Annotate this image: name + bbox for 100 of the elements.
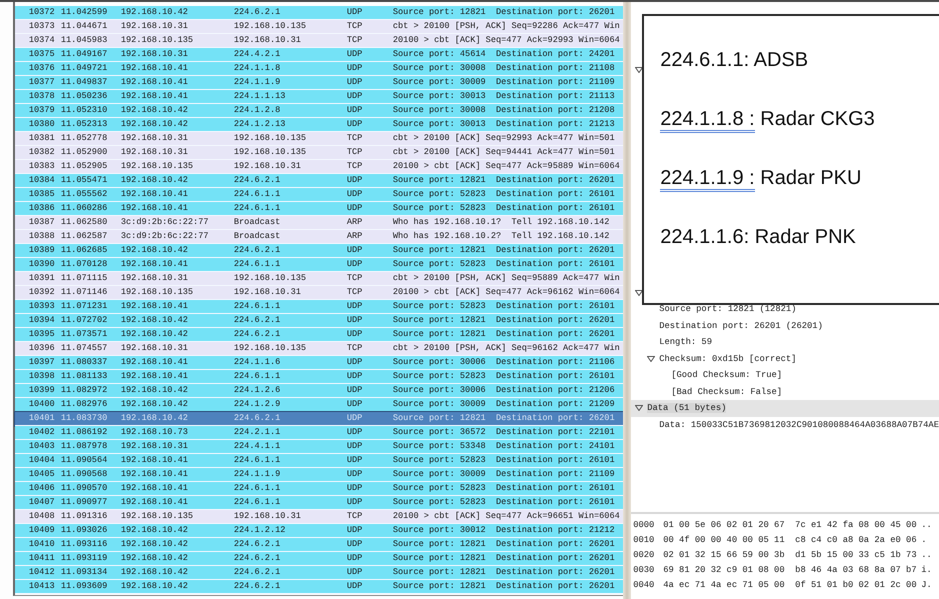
packet-info: Source port: 52823 Destination port: 26101 [392, 496, 616, 509]
tree-item[interactable]: Destination port: 26201 (26201) [659, 320, 823, 331]
packet-time: 11.093116 [60, 538, 108, 551]
packet-source: 192.168.10.41 [120, 454, 189, 467]
packet-row[interactable]: 10389 11.062685 192.168.10.42 224.6.2.1 UDP Source port: 12821 Destination port: 26201 [14, 244, 624, 258]
packet-source: 192.168.10.31 [120, 20, 189, 33]
packet-info: Who has 192.168.10.2? Tell 192.168.10.142 [392, 230, 610, 243]
packet-row[interactable]: 10376 11.049721 192.168.10.41 224.1.1.8 UDP Source port: 30008 Destination port: 21108 [14, 62, 624, 76]
packet-row[interactable]: 10399 11.082972 192.168.10.42 224.1.2.6 UDP Source port: 30006 Destination port: 21206 [14, 384, 624, 398]
packet-row[interactable]: 10372 11.042599 192.168.10.42 224.6.2.1 UDP Source port: 12821 Destination port: 26201 [14, 6, 624, 20]
packet-number: 10396 [28, 342, 56, 355]
packet-row[interactable]: 10394 11.072702 192.168.10.42 224.6.2.1 UDP Source port: 12821 Destination port: 26201 [14, 314, 624, 328]
packet-protocol: UDP [346, 76, 364, 89]
tree-item[interactable]: Length: 59 [659, 337, 712, 348]
packet-destination: 224.2.1.1 [234, 426, 282, 439]
packet-destination: 224.1.1.13 [234, 90, 286, 103]
packet-info: Source port: 30009 Destination port: 21209 [392, 398, 616, 411]
packet-time: 11.093134 [60, 566, 108, 579]
packet-row[interactable]: 10386 11.060286 192.168.10.41 224.6.1.1 UDP Source port: 52823 Destination port: 26101 [14, 202, 624, 216]
expander-icon[interactable] [635, 67, 644, 74]
packet-row[interactable]: 10397 11.080337 192.168.10.41 224.1.1.6 UDP Source port: 30006 Destination port: 21106 [14, 356, 624, 370]
packet-row[interactable]: 10391 11.071115 192.168.10.31 192.168.10.135 TCP cbt > 20100 [PSH, ACK] Seq=95889 Ack=477 Win [14, 272, 624, 286]
tree-item[interactable]: Data: 150033C51B7369812032C901080088464A03688A07B74AE [659, 420, 939, 430]
packet-row[interactable]: 10392 11.071146 192.168.10.135 192.168.10.31 TCP 20100 > cbt [ACK] Seq=477 Ack=96162 Win=6064 [14, 286, 624, 300]
packet-row[interactable]: 10385 11.055562 192.168.10.41 224.6.1.1 UDP Source port: 52823 Destination port: 26101 [14, 188, 624, 202]
packet-protocol: UDP [346, 538, 364, 551]
packet-info: Source port: 52823 Destination port: 26101 [392, 482, 616, 495]
packet-row[interactable]: 10387 11.062580 3c:d9:2b:6c:22:77 Broadcast ARP Who has 192.168.10.1? Tell 192.168.10.142 [14, 216, 624, 230]
packet-time: 11.062685 [60, 244, 108, 257]
packet-row[interactable]: 10374 11.045983 192.168.10.135 192.168.10.31 TCP 20100 > cbt [ACK] Seq=477 Ack=92993 Win=6064 [14, 34, 624, 48]
packet-info: 20100 > cbt [ACK] Seq=477 Ack=92993 Win=6064 [392, 34, 621, 47]
packet-row[interactable]: 10388 11.062587 3c:d9:2b:6c:22:77 Broadcast ARP Who has 192.168.10.2? Tell 192.168.10.142 [14, 230, 624, 244]
packet-info: Source port: 36572 Destination port: 22101 [392, 426, 616, 439]
packet-row[interactable]: 10396 11.074557 192.168.10.31 192.168.10.135 TCP cbt > 20100 [PSH, ACK] Seq=96162 Ack=477 Win [14, 342, 624, 356]
packet-row[interactable]: 10379 11.052310 192.168.10.42 224.1.2.8 UDP Source port: 30008 Destination port: 21208 [14, 104, 624, 118]
packet-row[interactable]: 10409 11.093026 192.168.10.42 224.1.2.12 UDP Source port: 30012 Destination port: 21212 [14, 524, 624, 538]
packet-row[interactable]: 10383 11.052905 192.168.10.135 192.168.10.31 TCP 20100 > cbt [ACK] Seq=477 Ack=95889 Win=6064 [14, 160, 624, 174]
tree-item[interactable]: Source port: 12821 (12821) [659, 304, 796, 314]
packet-protocol: UDP [346, 552, 364, 565]
hex-bytes: 02 01 32 15 66 59 00 3b d1 5b 15 00 33 c5 1b 73 [663, 550, 918, 562]
packet-time: 11.093026 [60, 524, 108, 537]
packet-row[interactable]: 10404 11.090564 192.168.10.41 224.6.1.1 UDP Source port: 52823 Destination port: 26101 [14, 454, 624, 468]
packet-info: cbt > 20100 [ACK] Seq=94441 Ack=477 Win=501 [392, 146, 616, 159]
packet-row[interactable]: 10377 11.049837 192.168.10.41 224.1.1.9 UDP Source port: 30009 Destination port: 21109 [14, 76, 624, 90]
packet-info: 20100 > cbt [ACK] Seq=477 Ack=96162 Win=6064 [392, 286, 621, 299]
packet-row[interactable]: 10393 11.071231 192.168.10.41 224.6.1.1 UDP Source port: 52823 Destination port: 26101 [14, 300, 624, 314]
packet-protocol: UDP [346, 370, 364, 383]
tree-item[interactable]: Checksum: 0xd15b [correct] [659, 354, 796, 364]
packet-source: 192.168.10.42 [120, 6, 189, 19]
packet-number: 10387 [28, 216, 56, 229]
hex-offset: 0030 [633, 565, 656, 577]
packet-row[interactable]: 10384 11.055471 192.168.10.42 224.6.2.1 UDP Source port: 12821 Destination port: 26201 [14, 174, 624, 188]
packet-row[interactable]: 10381 11.052778 192.168.10.31 192.168.10.135 TCP cbt > 20100 [ACK] Seq=92993 Ack=477 Win=501 [14, 132, 624, 146]
packet-destination: 224.1.2.8 [234, 104, 282, 117]
packet-destination: 224.1.2.9 [234, 398, 282, 411]
packet-info: Source port: 52823 Destination port: 26101 [392, 300, 616, 313]
packet-row[interactable]: 10402 11.086192 192.168.10.73 224.2.1.1 UDP Source port: 36572 Destination port: 22101 [14, 426, 624, 440]
packet-row[interactable]: 10403 11.087978 192.168.10.31 224.4.1.1 UDP Source port: 53348 Destination port: 24101 [14, 440, 624, 454]
packet-row[interactable]: 10411 11.093119 192.168.10.42 224.6.2.1 UDP Source port: 12821 Destination port: 26201 [14, 552, 624, 566]
packet-row[interactable]: 10395 11.073571 192.168.10.42 224.6.2.1 UDP Source port: 12821 Destination port: 26201 [14, 328, 624, 342]
packet-time: 11.055562 [60, 188, 108, 201]
packet-row[interactable]: 10408 11.091316 192.168.10.135 192.168.10.31 TCP 20100 > cbt [ACK] Seq=477 Ack=96651 Win=6064 [14, 510, 624, 524]
packet-number: 10391 [28, 272, 56, 285]
tree-item[interactable]: [Bad Checksum: False] [671, 386, 782, 397]
hex-bytes: 4a ec 71 4a ec 71 05 00 0f 51 01 b0 02 01 2c 00 [663, 580, 918, 592]
packet-info: Source port: 45614 Destination port: 24201 [392, 48, 616, 61]
packet-row[interactable]: 10398 11.081133 192.168.10.41 224.6.1.1 UDP Source port: 52823 Destination port: 26101 [14, 370, 624, 384]
packet-row[interactable]: 10410 11.093116 192.168.10.42 224.6.2.1 UDP Source port: 12821 Destination port: 26201 [14, 538, 624, 552]
packet-source: 192.168.10.42 [120, 552, 189, 565]
packet-row[interactable]: 10373 11.044671 192.168.10.31 192.168.10.135 TCP cbt > 20100 [PSH, ACK] Seq=92286 Ack=477 Win [14, 20, 624, 34]
packet-destination: 224.4.1.1 [234, 440, 282, 453]
tree-item[interactable]: [Good Checksum: True] [671, 370, 782, 380]
packet-protocol: UDP [346, 496, 364, 509]
packet-source: 192.168.10.31 [120, 272, 189, 285]
packet-number: 10378 [28, 90, 56, 103]
expander-icon[interactable] [635, 290, 644, 296]
packet-destination: 192.168.10.135 [234, 272, 308, 285]
packet-row[interactable]: 10413 11.093609 192.168.10.42 224.6.2.1 UDP Source port: 12821 Destination port: 26201 [14, 580, 624, 594]
packet-row[interactable]: 10375 11.049167 192.168.10.31 224.4.2.1 UDP Source port: 45614 Destination port: 24201 [14, 48, 624, 62]
packet-row[interactable]: 10378 11.050236 192.168.10.41 224.1.1.13 UDP Source port: 30013 Destination port: 21113 [14, 90, 624, 104]
packet-info: Source port: 52823 Destination port: 26101 [392, 258, 616, 271]
packet-row[interactable]: 10382 11.052900 192.168.10.31 192.168.10.135 TCP cbt > 20100 [ACK] Seq=94441 Ack=477 Win=501 [14, 146, 624, 160]
packet-source: 192.168.10.41 [120, 202, 189, 215]
packet-row[interactable]: 10407 11.090977 192.168.10.41 224.6.1.1 UDP Source port: 52823 Destination port: 26101 [14, 496, 624, 510]
packet-row[interactable]: 10380 11.052313 192.168.10.42 224.1.2.13 UDP Source port: 30013 Destination port: 21213 [14, 118, 624, 132]
packet-row[interactable]: 10405 11.090568 192.168.10.41 224.1.1.9 UDP Source port: 30009 Destination port: 21109 [14, 468, 624, 482]
packet-row[interactable]: 10390 11.070128 192.168.10.41 224.6.1.1 UDP Source port: 52823 Destination port: 26101 [14, 258, 624, 272]
packet-source: 192.168.10.135 [120, 160, 194, 173]
hex-ascii: .. [921, 550, 933, 562]
packet-destination: Broadcast [234, 230, 282, 243]
packet-row[interactable]: 10406 11.090570 192.168.10.41 224.6.1.1 UDP Source port: 52823 Destination port: 26101 [14, 482, 624, 496]
packet-destination: 224.6.2.1 [234, 244, 282, 257]
expander-icon[interactable] [647, 356, 656, 362]
hex-bytes: 00 4f 00 00 40 00 05 11 c8 c4 c0 a8 0a 2a e0 06 [663, 535, 918, 547]
packet-destination: 224.6.1.1 [234, 482, 282, 495]
packet-info: Source port: 30006 Destination port: 21206 [392, 384, 616, 397]
tree-item[interactable]: Data (51 bytes) [647, 403, 726, 414]
packet-time: 11.049167 [60, 48, 108, 61]
packet-row[interactable]: 10400 11.082976 192.168.10.42 224.1.2.9 UDP Source port: 30009 Destination port: 21209 [14, 398, 624, 412]
packet-row[interactable]: 10412 11.093134 192.168.10.42 224.6.2.1 UDP Source port: 12821 Destination port: 26201 [14, 566, 624, 580]
